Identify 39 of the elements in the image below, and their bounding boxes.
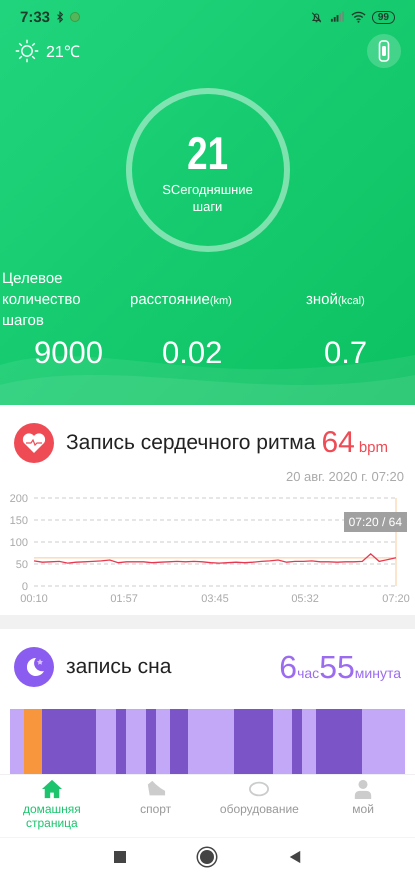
temperature: 21℃ [46,43,80,62]
recents-button[interactable] [114,851,126,863]
stat-value: 0.7 [323,335,368,371]
heart-rate-title: Запись сердечного ритма [66,431,316,455]
sleep-duration: 6час55минута [279,648,401,686]
y-tick-label: 100 [10,537,28,549]
stat-label: Целевое количество шагов [2,269,82,331]
stat-label: расстояние(km) [130,290,233,310]
band-icon [378,40,390,62]
wifi-icon [350,11,366,23]
back-button[interactable] [288,850,302,864]
y-tick-label: 50 [16,559,28,571]
status-time: 7:33 [20,8,50,26]
y-tick-label: 200 [10,493,28,505]
home-button[interactable] [200,850,214,864]
x-tick-label: 07:20 [382,593,410,605]
y-tick-label: 0 [22,581,28,593]
stat-value: 9000 [33,335,104,371]
moon-icon [14,647,54,687]
y-tick-label: 150 [10,515,28,527]
signal-icon [330,11,345,23]
x-tick-label: 00:10 [20,593,48,605]
sun-icon [14,38,40,64]
battery-level: 99 [372,10,395,24]
x-tick-label: 05:32 [291,593,319,605]
steps-label: SCегодняшние шаги [161,182,254,216]
chart-tooltip: 07:20 / 64 [344,512,407,532]
heart-rate-date: 20 авг. 2020 г. 07:20 [284,468,405,484]
x-tick-label: 01:57 [110,593,138,605]
stat-label: зной(kcal) [305,290,366,310]
app-dot-icon [70,12,80,22]
home-icon [40,779,63,799]
heart-rate-value: 64 bpm [321,426,388,460]
steps-count: 21 [187,130,228,176]
band-icon [248,779,270,799]
sleep-title: запись сна [66,655,172,679]
stat-value: 0.02 [161,335,224,371]
x-tick-label: 03:45 [201,593,229,605]
bluetooth-icon [56,11,64,23]
